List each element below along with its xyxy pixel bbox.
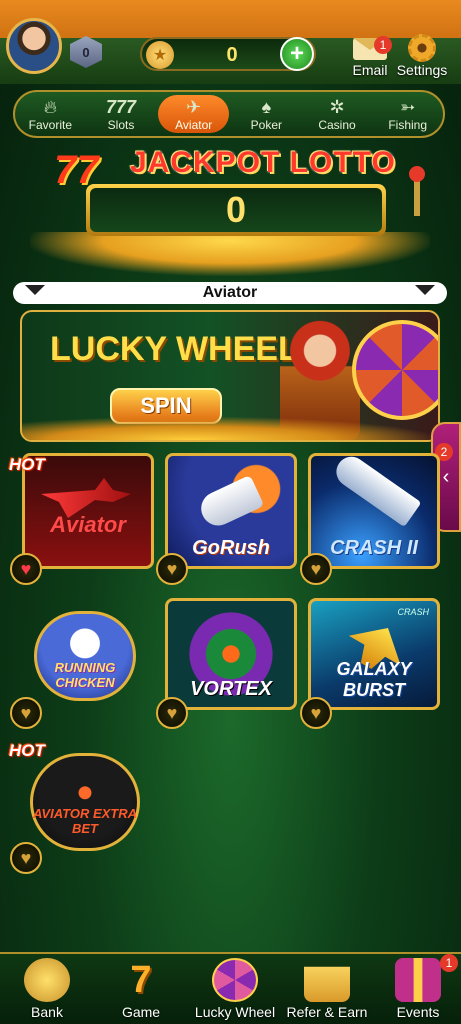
flame-icon: 🔥︎: [43, 97, 57, 117]
tab-favorite[interactable]: 🔥︎ Favorite: [15, 92, 86, 136]
settings-label: Settings: [396, 62, 448, 78]
nav-label: Refer & Earn: [286, 1004, 368, 1020]
chevron-down-icon: [415, 285, 435, 295]
coin-icon: ★: [146, 41, 174, 69]
gift-icon: [395, 958, 441, 1002]
tab-label: Slots: [107, 118, 135, 132]
tab-fishing[interactable]: ➳ Fishing: [372, 92, 443, 136]
jackpot-coin-pile: [30, 232, 430, 276]
banner-title: LUCKY WHEEL: [50, 330, 299, 368]
game-title: GALAXY BURST: [336, 659, 412, 700]
lucky-wheel-banner[interactable]: LUCKY WHEEL SPIN: [20, 310, 440, 442]
game-tile-vortex[interactable]: VORTEX: [165, 598, 297, 710]
chip-icon: ✲: [329, 97, 345, 117]
jackpot-value: 0: [90, 188, 382, 232]
favorite-heart-icon[interactable]: ♥: [156, 697, 188, 729]
game-title: AVIATOR EXTRA BET: [33, 806, 138, 836]
nav-refer-earn[interactable]: Refer & Earn: [282, 958, 372, 1020]
game-tile-galaxy-burst[interactable]: CRASH GALAXY BURST: [308, 598, 440, 710]
favorite-heart-icon[interactable]: ♥: [10, 553, 42, 585]
section-title: Aviator: [202, 284, 258, 301]
game-tile-gorush[interactable]: GoRush: [165, 453, 297, 569]
wheel-icon: [212, 958, 258, 1002]
game-title: RUNNING CHICKEN: [54, 660, 116, 690]
prize-wheel: [352, 320, 438, 420]
jackpot-panel: 77 JACKPOT LOTTO 0: [30, 146, 430, 276]
hot-badge: HOT: [9, 741, 45, 760]
banner-coin-pile: [22, 416, 438, 440]
tab-aviator[interactable]: ✈ Aviator: [158, 95, 230, 133]
hot-badge: HOT: [9, 455, 45, 474]
section-selector[interactable]: Aviator: [13, 282, 447, 304]
game-tag: CRASH: [397, 607, 429, 617]
nav-label: Bank: [31, 1004, 63, 1020]
rocket-icon: [195, 474, 265, 532]
tab-label: Casino: [318, 118, 356, 132]
seven-icon: 777: [105, 97, 137, 117]
tab-label: Favorite: [28, 118, 73, 132]
vault-icon: [24, 958, 70, 1002]
coin-balance-bar: ★ 0 +: [140, 37, 316, 71]
user-avatar[interactable]: [6, 18, 62, 74]
plane-icon: ✈: [186, 97, 202, 117]
seven-icon: 7: [130, 959, 152, 1001]
events-badge: 1: [440, 954, 458, 972]
vip-level-value: 0: [82, 44, 90, 60]
add-coins-button[interactable]: +: [280, 37, 314, 71]
category-tabs: 🔥︎ Favorite 777 Slots ✈ Aviator ♠ Poker …: [13, 90, 445, 138]
rocket-icon: [330, 456, 422, 528]
game-title: CRASH II: [330, 537, 418, 559]
bottom-navigation: Bank 7 Game Lucky Wheel Refer & Earn Eve…: [0, 952, 461, 1024]
game-title: GoRush: [192, 537, 270, 559]
nav-label: Game: [121, 1004, 161, 1020]
chevron-left-icon: ‹: [442, 465, 450, 488]
favorite-heart-icon[interactable]: ♥: [300, 697, 332, 729]
game-tile-crash-ii[interactable]: CRASH II: [308, 453, 440, 569]
game-title: VORTEX: [190, 678, 272, 700]
jackpot-title: JACKPOT LOTTO: [130, 146, 396, 179]
nav-label: Events: [396, 1004, 440, 1020]
favorite-heart-icon[interactable]: ♥: [156, 553, 188, 585]
tab-slots[interactable]: 777 Slots: [86, 92, 157, 136]
favorite-heart-icon[interactable]: ♥: [300, 553, 332, 585]
gear-icon: [408, 34, 436, 62]
chevron-down-icon: [25, 285, 45, 295]
envelope-icon: [304, 966, 350, 1002]
tab-poker[interactable]: ♠ Poker: [231, 92, 302, 136]
settings-button[interactable]: Settings: [396, 34, 448, 78]
favorite-heart-icon[interactable]: ♥: [10, 842, 42, 874]
game-tile-aviator-extra-bet[interactable]: AVIATOR EXTRA BET: [30, 753, 140, 851]
tab-label: Fishing: [388, 118, 428, 132]
nav-lucky-wheel[interactable]: Lucky Wheel: [190, 958, 280, 1020]
nav-label: Lucky Wheel: [194, 1004, 276, 1020]
email-badge: 1: [374, 36, 392, 54]
fish-icon: ➳: [400, 97, 416, 117]
tab-casino[interactable]: ✲ Casino: [302, 92, 373, 136]
jackpot-lever: [409, 166, 425, 216]
tab-label: Poker: [250, 118, 283, 132]
jackpot-display: 0: [86, 184, 386, 236]
game-tile-running-chicken[interactable]: RUNNING CHICKEN: [34, 611, 136, 701]
nav-bank[interactable]: Bank: [2, 958, 92, 1020]
email-label: Email: [352, 62, 388, 78]
cards-icon: ♠: [261, 97, 272, 117]
favorite-heart-icon[interactable]: ♥: [10, 697, 42, 729]
coin-balance: 0: [226, 44, 238, 66]
game-title: Aviator: [50, 512, 126, 537]
nav-game[interactable]: 7 Game: [96, 958, 186, 1020]
tab-label: Aviator: [175, 118, 213, 132]
